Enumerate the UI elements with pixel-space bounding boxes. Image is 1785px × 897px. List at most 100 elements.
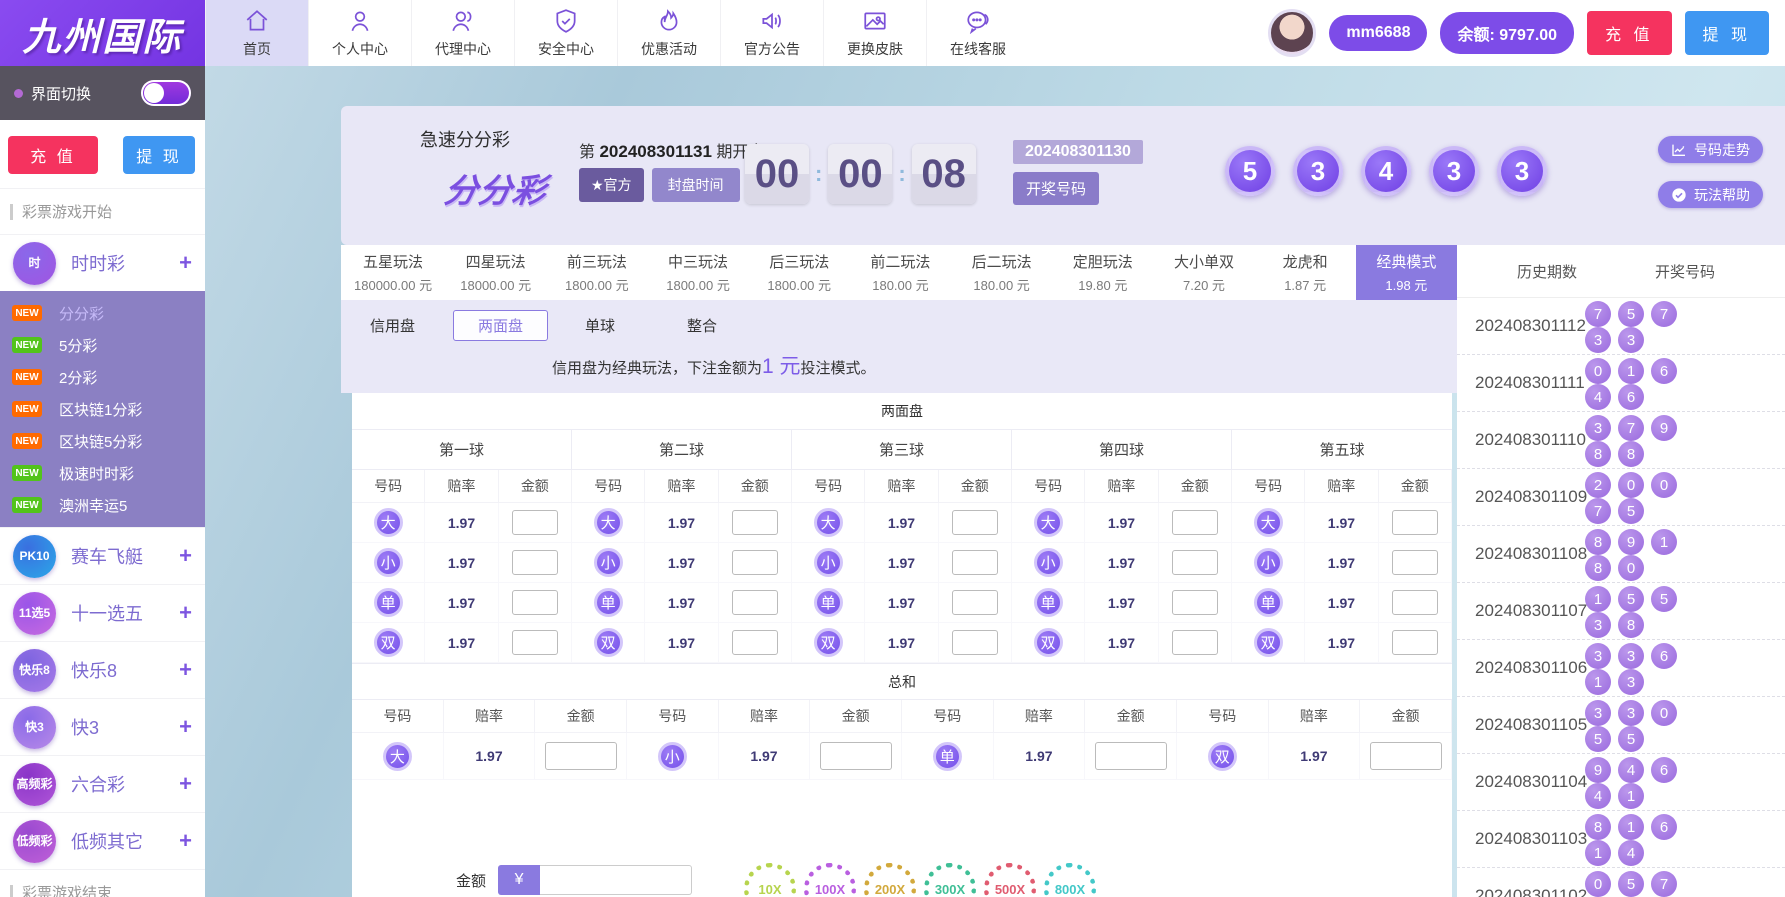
- tab-single-ball[interactable]: 单球: [585, 315, 615, 336]
- option-ball[interactable]: 双: [593, 628, 623, 657]
- amount-input[interactable]: [540, 865, 693, 895]
- nav-item-agents[interactable]: 代理中心: [411, 0, 514, 66]
- bet-amount-input[interactable]: [1171, 510, 1218, 535]
- bet-amount-input[interactable]: [731, 510, 778, 535]
- withdraw-button[interactable]: 提 现: [1684, 11, 1769, 55]
- bet-amount-input[interactable]: [1171, 630, 1218, 655]
- sidebar-category[interactable]: 11选5 十一选五 +: [0, 584, 205, 641]
- sidebar-game-item[interactable]: NEW 区块链1分彩: [0, 393, 205, 425]
- seal-time-button[interactable]: 封盘时间: [651, 168, 740, 202]
- play-tab[interactable]: 经典模式 1.98 元: [1355, 245, 1457, 300]
- bet-amount-input[interactable]: [511, 510, 558, 535]
- bet-amount-input[interactable]: [731, 590, 778, 615]
- sum-amount-input[interactable]: [1369, 742, 1442, 770]
- plus-icon[interactable]: +: [179, 828, 192, 854]
- bet-amount-input[interactable]: [731, 630, 778, 655]
- plus-icon[interactable]: +: [179, 600, 192, 626]
- user-avatar[interactable]: [1268, 9, 1317, 57]
- nav-item-flame[interactable]: 优惠活动: [617, 0, 720, 66]
- sidebar-category[interactable]: 低频彩 低频其它 +: [0, 812, 205, 869]
- multiplier-chip[interactable]: 10X: [744, 863, 796, 897]
- play-tab[interactable]: 定胆玩法 19.80 元: [1052, 245, 1153, 300]
- sidebar-category[interactable]: 时时时彩 +: [0, 234, 205, 291]
- sidebar-game-item[interactable]: NEW 区块链5分彩: [0, 425, 205, 457]
- sum-amount-input[interactable]: [819, 742, 892, 770]
- option-ball[interactable]: 大: [373, 508, 403, 537]
- nav-item-service[interactable]: 在线客服: [926, 0, 1029, 66]
- help-button[interactable]: 玩法帮助: [1658, 181, 1763, 208]
- sidebar-category[interactable]: 快3 快3 +: [0, 698, 205, 755]
- sidebar-game-item[interactable]: NEW 澳洲幸运5: [0, 489, 205, 521]
- play-tab[interactable]: 前三玩法 1800.00 元: [546, 245, 647, 300]
- bet-amount-input[interactable]: [1171, 590, 1218, 615]
- multiplier-chip[interactable]: 500X: [984, 863, 1036, 897]
- sidebar-game-item[interactable]: NEW 2分彩: [0, 361, 205, 393]
- play-tab[interactable]: 龙虎和 1.87 元: [1255, 245, 1356, 300]
- bet-amount-input[interactable]: [511, 550, 558, 575]
- trend-button[interactable]: 号码走势: [1658, 136, 1763, 163]
- option-ball[interactable]: 大: [813, 508, 843, 537]
- play-tab[interactable]: 后二玩法 180.00 元: [951, 245, 1052, 300]
- sidebar-game-item[interactable]: NEW 分分彩: [0, 297, 205, 329]
- tab-two-sides[interactable]: 两面盘: [453, 310, 549, 341]
- recharge-button[interactable]: 充 值: [1587, 11, 1672, 55]
- play-tab[interactable]: 后三玩法 1800.00 元: [749, 245, 850, 300]
- interface-toggle[interactable]: [141, 80, 191, 106]
- official-button[interactable]: ★官方: [579, 168, 644, 202]
- sidebar-withdraw-button[interactable]: 提 现: [123, 136, 195, 174]
- option-ball[interactable]: 单: [1033, 588, 1063, 617]
- sidebar-game-item[interactable]: NEW 5分彩: [0, 329, 205, 361]
- multiplier-chip[interactable]: 800X: [1044, 863, 1096, 897]
- play-tab[interactable]: 四星玩法 18000.00 元: [445, 245, 546, 300]
- bet-amount-input[interactable]: [511, 630, 558, 655]
- sidebar-category[interactable]: 快乐8 快乐8 +: [0, 641, 205, 698]
- option-ball[interactable]: 单: [593, 588, 623, 617]
- option-ball[interactable]: 双: [1253, 628, 1283, 657]
- brand-logo[interactable]: 九州国际: [0, 0, 205, 66]
- bet-amount-input[interactable]: [731, 550, 778, 575]
- multiplier-chip[interactable]: 200X: [864, 863, 916, 897]
- bet-amount-input[interactable]: [1171, 550, 1218, 575]
- bet-amount-input[interactable]: [1391, 550, 1438, 575]
- play-tab[interactable]: 大小单双 7.20 元: [1153, 245, 1254, 300]
- bet-amount-input[interactable]: [951, 550, 998, 575]
- bet-amount-input[interactable]: [1391, 630, 1438, 655]
- tab-combined[interactable]: 整合: [687, 315, 717, 336]
- plus-icon[interactable]: +: [179, 771, 192, 797]
- bet-amount-input[interactable]: [1391, 510, 1438, 535]
- username-pill[interactable]: mm6688: [1329, 15, 1428, 51]
- multiplier-chip[interactable]: 300X: [924, 863, 976, 897]
- option-ball[interactable]: 小: [1253, 548, 1283, 577]
- option-ball[interactable]: 双: [373, 628, 403, 657]
- nav-item-skin[interactable]: 更换皮肤: [823, 0, 926, 66]
- sidebar-category[interactable]: 高频彩 六合彩 +: [0, 755, 205, 812]
- sum-option-ball[interactable]: 双: [1207, 741, 1237, 771]
- bet-amount-input[interactable]: [951, 630, 998, 655]
- option-ball[interactable]: 大: [1033, 508, 1063, 537]
- nav-item-person[interactable]: 个人中心: [308, 0, 411, 66]
- draw-numbers-button[interactable]: 开奖号码: [1013, 172, 1100, 205]
- nav-item-home[interactable]: 首页: [205, 0, 308, 66]
- plus-icon[interactable]: +: [179, 250, 192, 276]
- option-ball[interactable]: 大: [1253, 508, 1283, 537]
- option-ball[interactable]: 单: [1253, 588, 1283, 617]
- play-tab[interactable]: 前二玩法 180.00 元: [850, 245, 951, 300]
- option-ball[interactable]: 小: [593, 548, 623, 577]
- sum-option-ball[interactable]: 单: [932, 741, 962, 771]
- option-ball[interactable]: 小: [373, 548, 403, 577]
- bet-amount-input[interactable]: [951, 510, 998, 535]
- bet-amount-input[interactable]: [1391, 590, 1438, 615]
- plus-icon[interactable]: +: [179, 543, 192, 569]
- nav-item-shield[interactable]: 安全中心: [514, 0, 617, 66]
- sum-amount-input[interactable]: [1094, 742, 1167, 770]
- option-ball[interactable]: 大: [593, 508, 623, 537]
- option-ball[interactable]: 双: [1033, 628, 1063, 657]
- sum-option-ball[interactable]: 大: [382, 741, 412, 771]
- option-ball[interactable]: 单: [373, 588, 403, 617]
- option-ball[interactable]: 单: [813, 588, 843, 617]
- sum-amount-input[interactable]: [544, 742, 617, 770]
- bet-amount-input[interactable]: [951, 590, 998, 615]
- sidebar-game-item[interactable]: NEW 极速时时彩: [0, 457, 205, 489]
- option-ball[interactable]: 双: [813, 628, 843, 657]
- sidebar-recharge-button[interactable]: 充 值: [8, 136, 98, 174]
